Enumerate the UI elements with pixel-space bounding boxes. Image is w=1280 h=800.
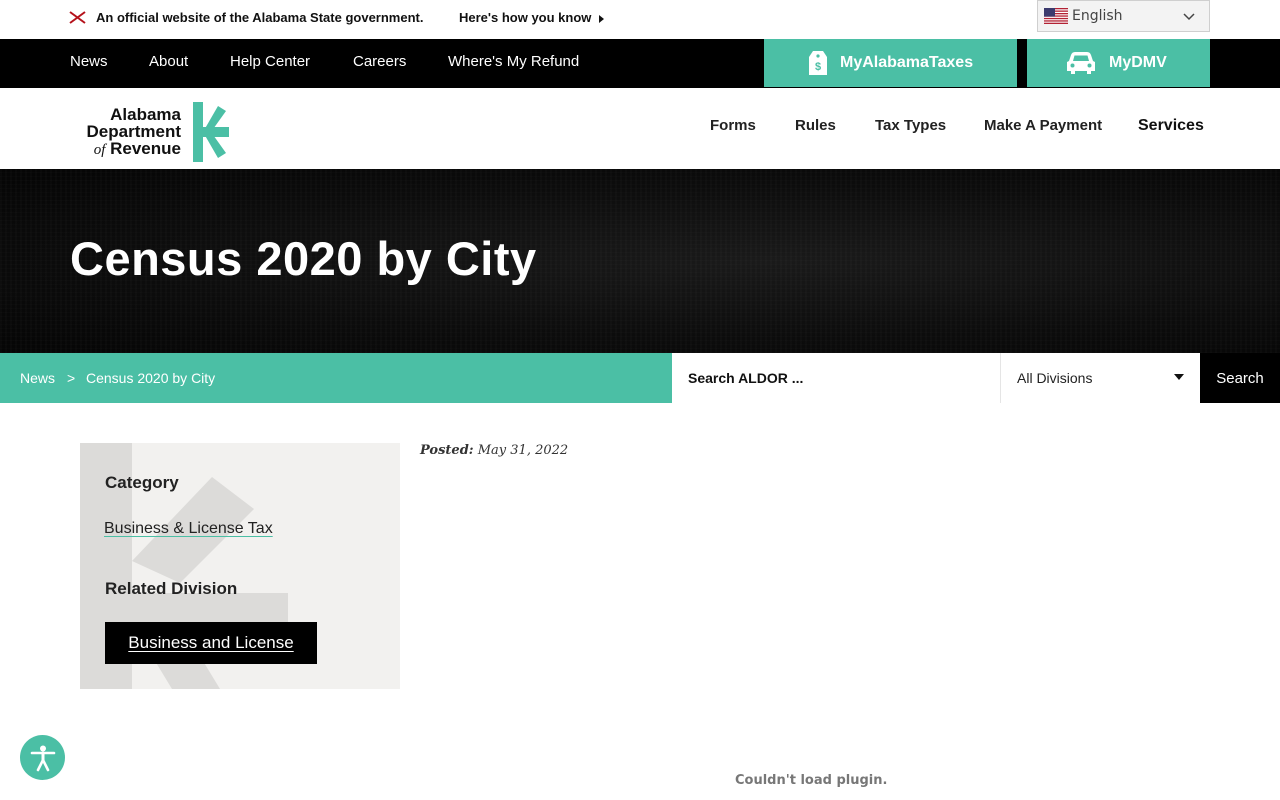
my-alabama-taxes-button[interactable]: $ MyAlabamaTaxes — [764, 39, 1017, 87]
division-select-label: All Divisions — [1017, 370, 1093, 386]
category-heading: Category — [105, 473, 179, 492]
language-label: English — [1072, 8, 1123, 24]
accessibility-button[interactable] — [20, 735, 65, 780]
logo-line-2: Department — [86, 122, 181, 141]
accessibility-icon — [30, 745, 55, 771]
category-link[interactable]: Business & License Tax — [104, 520, 273, 538]
main-nav-rules[interactable]: Rules — [795, 117, 836, 134]
posted-date-value: May 31, 2022 — [477, 443, 569, 458]
site-header: Alabama Department of Revenue Forms Rule… — [0, 88, 1280, 169]
chevron-down-icon — [1183, 13, 1195, 21]
plugin-error-message: Couldn't load plugin. — [735, 773, 888, 788]
main-nav-services[interactable]: Services — [1138, 117, 1204, 135]
breadcrumb: News > Census 2020 by City — [0, 353, 672, 403]
division-button[interactable]: Business and License — [105, 622, 317, 664]
logo-of: of — [93, 142, 106, 158]
division-select[interactable]: All Divisions — [1000, 353, 1200, 403]
car-icon — [1067, 52, 1095, 74]
my-dmv-label: MyDMV — [1109, 54, 1167, 71]
my-alabama-taxes-label: MyAlabamaTaxes — [840, 54, 974, 71]
utility-nav: News About Help Center Careers Where's M… — [0, 39, 1280, 88]
related-division-heading: Related Division — [105, 579, 238, 598]
logo-revenue: Revenue — [110, 139, 181, 158]
main-nav-make-payment[interactable]: Make A Payment — [984, 117, 1102, 134]
my-dmv-button[interactable]: MyDMV — [1027, 39, 1210, 87]
how-you-know-label: Here's how you know — [459, 10, 592, 25]
page-title: Census 2020 by City — [70, 232, 537, 285]
posted-date: Posted: May 31, 2022 — [420, 443, 568, 458]
tax-tag-icon: $ — [809, 51, 827, 75]
caret-right-icon — [599, 14, 605, 23]
utility-link-about[interactable]: About — [149, 53, 188, 70]
utility-link-refund[interactable]: Where's My Refund — [448, 53, 579, 70]
posted-label: Posted: — [420, 443, 474, 458]
sidebar-panel: Category Business & License Tax Related … — [80, 443, 400, 689]
search-input[interactable] — [672, 353, 1001, 403]
how-you-know-link[interactable]: Here's how you know — [459, 10, 605, 25]
logo-line-1: Alabama — [110, 105, 181, 124]
utility-link-careers[interactable]: Careers — [353, 53, 406, 70]
breadcrumb-news[interactable]: News — [20, 370, 55, 386]
main-nav-forms[interactable]: Forms — [710, 117, 756, 134]
hero-banner: Census 2020 by City — [0, 169, 1280, 353]
alabama-flag-icon — [69, 11, 86, 24]
language-select[interactable]: English — [1037, 0, 1210, 32]
search-button[interactable]: Search — [1200, 353, 1280, 403]
breadcrumb-current: Census 2020 by City — [86, 370, 216, 386]
caret-down-icon — [1174, 374, 1184, 380]
breadcrumb-separator: > — [67, 370, 76, 386]
aldor-mark-icon — [193, 102, 229, 162]
utility-link-news[interactable]: News — [70, 53, 108, 70]
logo-line-3: of Revenue — [94, 140, 181, 159]
official-banner-text: An official website of the Alabama State… — [96, 10, 424, 25]
main-nav-tax-types[interactable]: Tax Types — [875, 117, 946, 134]
us-flag-icon — [1044, 8, 1068, 24]
utility-link-help-center[interactable]: Help Center — [230, 53, 310, 70]
aldor-logo[interactable]: Alabama Department of Revenue — [69, 102, 239, 162]
svg-text:$: $ — [815, 61, 821, 73]
